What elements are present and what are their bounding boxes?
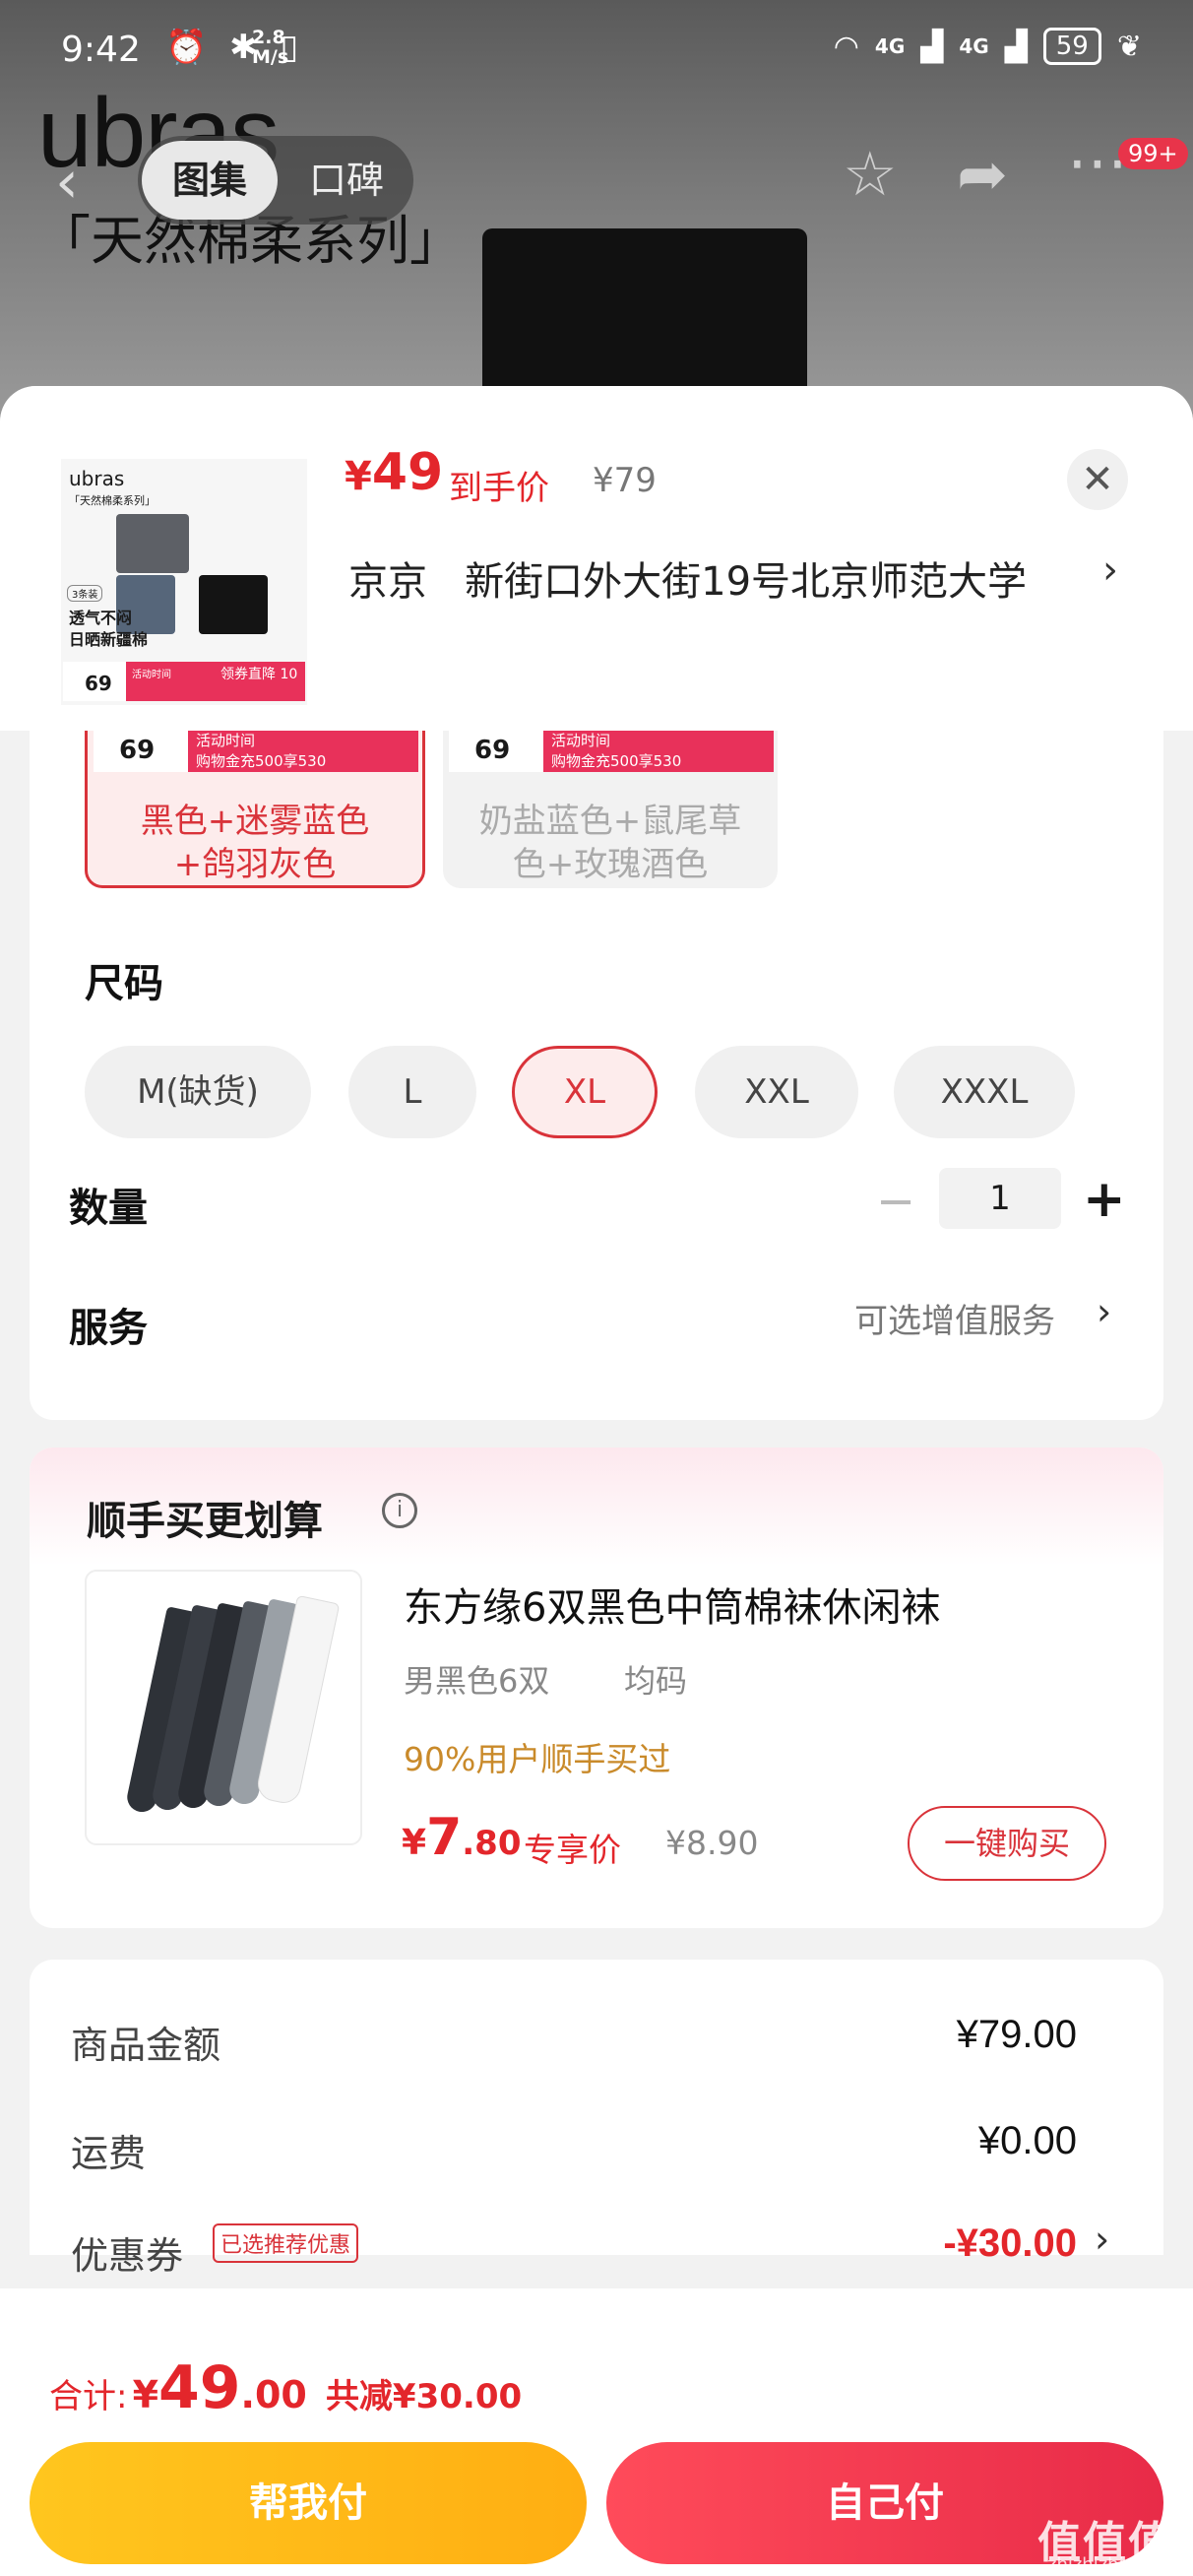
purchase-sheet: ubras 「天然棉柔系列」 3条装 透气不闷 日晒新疆棉 69 活动时间 领券… bbox=[0, 386, 1193, 2576]
quantity-minus-button[interactable]: − bbox=[876, 1174, 915, 1229]
size-option-l[interactable]: L bbox=[348, 1046, 476, 1138]
size-option-xxl[interactable]: XXL bbox=[695, 1046, 858, 1138]
gallery-tabs: 图集 口碑 bbox=[138, 136, 413, 225]
service-chevron-icon[interactable]: › bbox=[1097, 1290, 1111, 1333]
signal-bars-icon-2: ▟ bbox=[1004, 29, 1028, 64]
color-option-label: 奶盐蓝色+鼠尾草色+玫瑰酒色 bbox=[478, 802, 742, 884]
summary-value-goods: ¥79.00 bbox=[956, 2013, 1077, 2056]
address-chevron-icon[interactable]: › bbox=[1102, 547, 1118, 593]
leaf-icon: ❦ bbox=[1116, 29, 1142, 64]
thumb-shorts-gray bbox=[116, 514, 189, 573]
service-selector[interactable]: 可选增值服务 bbox=[854, 1294, 1055, 1342]
product-thumbnail[interactable]: ubras 「天然棉柔系列」 3条装 透气不闷 日晒新疆棉 69 活动时间 领券… bbox=[61, 459, 307, 705]
total-saved: 共减¥30.00 bbox=[325, 2377, 523, 2416]
total-amount: 合计: ¥49.00 共减¥30.00 bbox=[49, 2353, 523, 2422]
bundle-product-name[interactable]: 东方缘6双黑色中筒棉袜休闲袜 bbox=[404, 1576, 940, 1633]
size-label: 尺码 bbox=[85, 961, 163, 1006]
thumb-shorts-black bbox=[199, 575, 268, 634]
message-badge: 99+ bbox=[1118, 138, 1188, 169]
share-icon[interactable]: ➦ bbox=[957, 138, 1008, 210]
bundle-card: 顺手买更划算 i 东方缘6双黑色中筒棉袜休闲袜 男黑色6双 均码 90%用户顺手… bbox=[30, 1448, 1163, 1928]
status-time: 9:42 bbox=[61, 30, 141, 70]
info-icon[interactable]: i bbox=[382, 1493, 417, 1528]
service-label: 服务 bbox=[69, 1306, 148, 1351]
final-price: ¥49 bbox=[345, 443, 444, 502]
coupon-chevron-icon[interactable]: › bbox=[1095, 2218, 1109, 2261]
watermark-domain: zhizhizhi.com bbox=[1047, 2554, 1167, 2575]
bundle-product-image[interactable] bbox=[85, 1570, 362, 1845]
order-summary: 商品金额 ¥79.00 运费 ¥0.00 优惠券 已选推荐优惠 -¥30.00 … bbox=[30, 1960, 1163, 2278]
final-price-label: 到手价 bbox=[449, 469, 549, 508]
thumb-series: 「天然棉柔系列」 bbox=[69, 494, 156, 507]
more-icon[interactable]: ⋯ bbox=[1067, 126, 1128, 198]
status-bar: 9:42 ⏰ ✱ ▯ 2.8 M/s ◠ 4G ▟ 4G ▟ 59 ❦ bbox=[0, 0, 1193, 98]
bundle-original-price: ¥8.90 bbox=[665, 1824, 759, 1862]
thumb-price-tag: 69 活动时间 领券直降 10 bbox=[63, 662, 305, 701]
close-button[interactable]: ✕ bbox=[1067, 449, 1128, 510]
pay-for-me-button[interactable]: 帮我付 bbox=[30, 2442, 587, 2564]
back-arrow-icon[interactable]: ‹ bbox=[55, 148, 79, 217]
bundle-title: 顺手买更划算 bbox=[87, 1499, 323, 1544]
signal-4g-1: 4G bbox=[874, 34, 906, 58]
quantity-label: 数量 bbox=[69, 1186, 148, 1231]
wifi-icon: ◠ bbox=[833, 29, 859, 64]
coupon-badge: 已选推荐优惠 bbox=[213, 2223, 359, 2263]
bundle-price-tag: 专享价 bbox=[524, 1831, 621, 1869]
size-option-xl[interactable]: XL bbox=[512, 1046, 658, 1138]
summary-label-goods: 商品金额 bbox=[71, 2024, 221, 2067]
thumb-pack: 3条装 bbox=[67, 585, 103, 602]
summary-value-shipping: ¥0.00 bbox=[977, 2119, 1077, 2162]
tab-reviews[interactable]: 口碑 bbox=[283, 141, 409, 220]
bundle-hint: 90%用户顺手买过 bbox=[404, 1740, 671, 1778]
thumb-brand: ubras bbox=[69, 467, 125, 490]
color-option-label: 黑色+迷雾蓝色+鸽羽灰色 bbox=[140, 802, 370, 884]
summary-label-shipping: 运费 bbox=[71, 2132, 147, 2175]
status-right-icons: ◠ 4G ▟ 4G ▟ 59 ❦ bbox=[834, 28, 1142, 65]
original-price: ¥79 bbox=[593, 461, 657, 500]
size-option-xxxl[interactable]: XXXL bbox=[894, 1046, 1075, 1138]
quantity-plus-button[interactable]: + bbox=[1083, 1170, 1126, 1229]
checkout-footer: 合计: ¥49.00 共减¥30.00 帮我付 自己付 bbox=[0, 2288, 1193, 2576]
summary-value-coupon[interactable]: -¥30.00 bbox=[943, 2222, 1077, 2266]
address-detail: 新街口外大街19号北京师范大学 bbox=[465, 559, 1028, 605]
summary-label-coupon: 优惠券 bbox=[71, 2234, 184, 2278]
quantity-input[interactable]: 1 bbox=[939, 1168, 1061, 1229]
thumb-slogan-2: 日晒新疆棉 bbox=[69, 630, 149, 649]
signal-bars-icon: ▟ bbox=[920, 29, 944, 64]
star-icon[interactable]: ☆ bbox=[843, 138, 898, 210]
bundle-product-size: 均码 bbox=[624, 1662, 688, 1700]
thumb-slogan-1: 透气不闷 bbox=[69, 609, 133, 627]
bundle-price: ¥7.80 bbox=[402, 1808, 522, 1867]
battery-indicator: 59 bbox=[1042, 28, 1101, 65]
signal-4g-2: 4G bbox=[959, 34, 989, 58]
tab-gallery[interactable]: 图集 bbox=[142, 141, 278, 220]
color-option[interactable]: 69 活动时间 购物金充500享530 奶盐蓝色+鼠尾草色+玫瑰酒色 bbox=[443, 731, 778, 888]
network-speed: 2.8 M/s bbox=[252, 27, 289, 68]
sheet-header: ubras 「天然棉柔系列」 3条装 透气不闷 日晒新疆棉 69 活动时间 领券… bbox=[0, 386, 1193, 731]
address-city: 京京 bbox=[348, 559, 427, 605]
color-option-selected[interactable]: 69 活动时间 购物金充500享530 黑色+迷雾蓝色+鸽羽灰色 bbox=[85, 731, 425, 888]
bundle-product-spec: 男黑色6双 bbox=[404, 1662, 550, 1700]
size-option-m[interactable]: M(缺货) bbox=[85, 1046, 311, 1138]
delivery-address[interactable]: 京京 新街口外大街19号北京师范大学 bbox=[348, 549, 1027, 607]
one-click-buy-button[interactable]: 一键购买 bbox=[908, 1806, 1106, 1881]
